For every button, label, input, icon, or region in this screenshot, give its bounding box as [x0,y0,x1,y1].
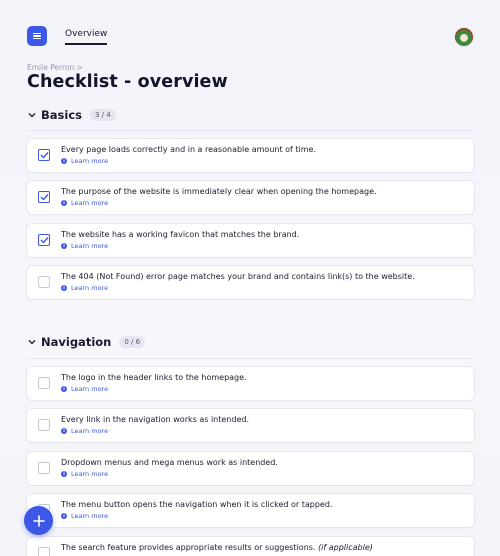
check-icon [40,194,49,201]
item-text: The purpose of the website is immediatel… [61,187,377,196]
learn-more-label: Learn more [71,157,109,165]
learn-more-link[interactable]: i Learn more [61,157,108,165]
checkbox[interactable] [38,276,50,288]
add-button[interactable] [24,506,53,535]
avatar[interactable] [454,27,474,47]
plus-icon [32,514,45,527]
learn-more-link[interactable]: i Learn more [61,199,108,207]
menu-icon [33,32,41,40]
learn-more-label: Learn more [71,427,109,435]
section-title: Navigation [41,335,112,349]
info-icon: i [61,428,67,434]
learn-more-link[interactable]: i Learn more [61,512,108,520]
item-text-main: The search feature provides appropriate … [61,543,316,552]
learn-more-label: Learn more [71,470,109,478]
checkbox[interactable] [38,149,50,161]
learn-more-label: Learn more [71,385,109,393]
learn-more-link[interactable]: i Learn more [61,284,108,292]
check-icon [40,237,49,244]
checklist-item: The purpose of the website is immediatel… [27,181,474,214]
checkbox[interactable] [38,234,50,246]
item-text: Every page loads correctly and in a reas… [61,145,317,154]
info-icon: i [61,200,67,206]
learn-more-label: Learn more [71,199,109,207]
info-icon: i [61,471,67,477]
checkbox[interactable] [38,547,50,556]
checklist-item: The search feature provides appropriate … [27,537,474,556]
check-icon [40,152,49,159]
section-divider [27,130,474,131]
tab-overview[interactable]: Overview [65,29,107,39]
chevron-down-icon [27,110,37,120]
checklist-item: Every link in the navigation works as in… [27,409,474,442]
checkbox[interactable] [38,419,50,431]
info-icon: i [61,285,67,291]
item-text: The 404 (Not Found) error page matches y… [61,272,415,281]
item-text: The menu button opens the navigation whe… [61,500,333,509]
menu-button[interactable] [27,26,47,46]
checklist-item: The logo in the header links to the home… [27,367,474,400]
info-icon: i [61,513,67,519]
info-icon: i [61,158,67,164]
tab-active-indicator [65,43,107,45]
learn-more-label: Learn more [71,512,109,520]
section-divider [27,358,474,359]
item-text: Every link in the navigation works as in… [61,415,249,424]
count-badge: 3 / 4 [89,109,116,121]
count-badge: 0 / 6 [119,336,146,348]
learn-more-link[interactable]: i Learn more [61,427,108,435]
checkbox[interactable] [38,377,50,389]
checklist-item: The 404 (Not Found) error page matches y… [27,266,474,299]
checklist-item: The menu button opens the navigation whe… [27,494,474,527]
section-header-basics[interactable]: Basics 3 / 4 [27,108,116,122]
item-text: The logo in the header links to the home… [61,373,247,382]
learn-more-link[interactable]: i Learn more [61,385,108,393]
item-note: (if applicable) [318,543,373,552]
checklist-item: Every page loads correctly and in a reas… [27,139,474,172]
checklist-item: Dropdown menus and mega menus work as in… [27,452,474,485]
checkbox[interactable] [38,462,50,474]
info-icon: i [61,243,67,249]
learn-more-link[interactable]: i Learn more [61,242,108,250]
breadcrumb[interactable]: Emile Perron > [27,63,83,72]
item-text: Dropdown menus and mega menus work as in… [61,458,278,467]
item-text: The website has a working favicon that m… [61,230,300,239]
chevron-down-icon [27,337,37,347]
top-bar: Overview [0,0,500,52]
section-header-navigation[interactable]: Navigation 0 / 6 [27,335,146,349]
checklist-item: The website has a working favicon that m… [27,224,474,257]
learn-more-link[interactable]: i Learn more [61,470,108,478]
checkbox[interactable] [38,191,50,203]
section-title: Basics [41,108,82,122]
learn-more-label: Learn more [71,284,109,292]
item-text: The search feature provides appropriate … [61,543,373,552]
learn-more-label: Learn more [71,242,109,250]
info-icon: i [61,386,67,392]
page-title: Checklist - overview [27,72,228,92]
